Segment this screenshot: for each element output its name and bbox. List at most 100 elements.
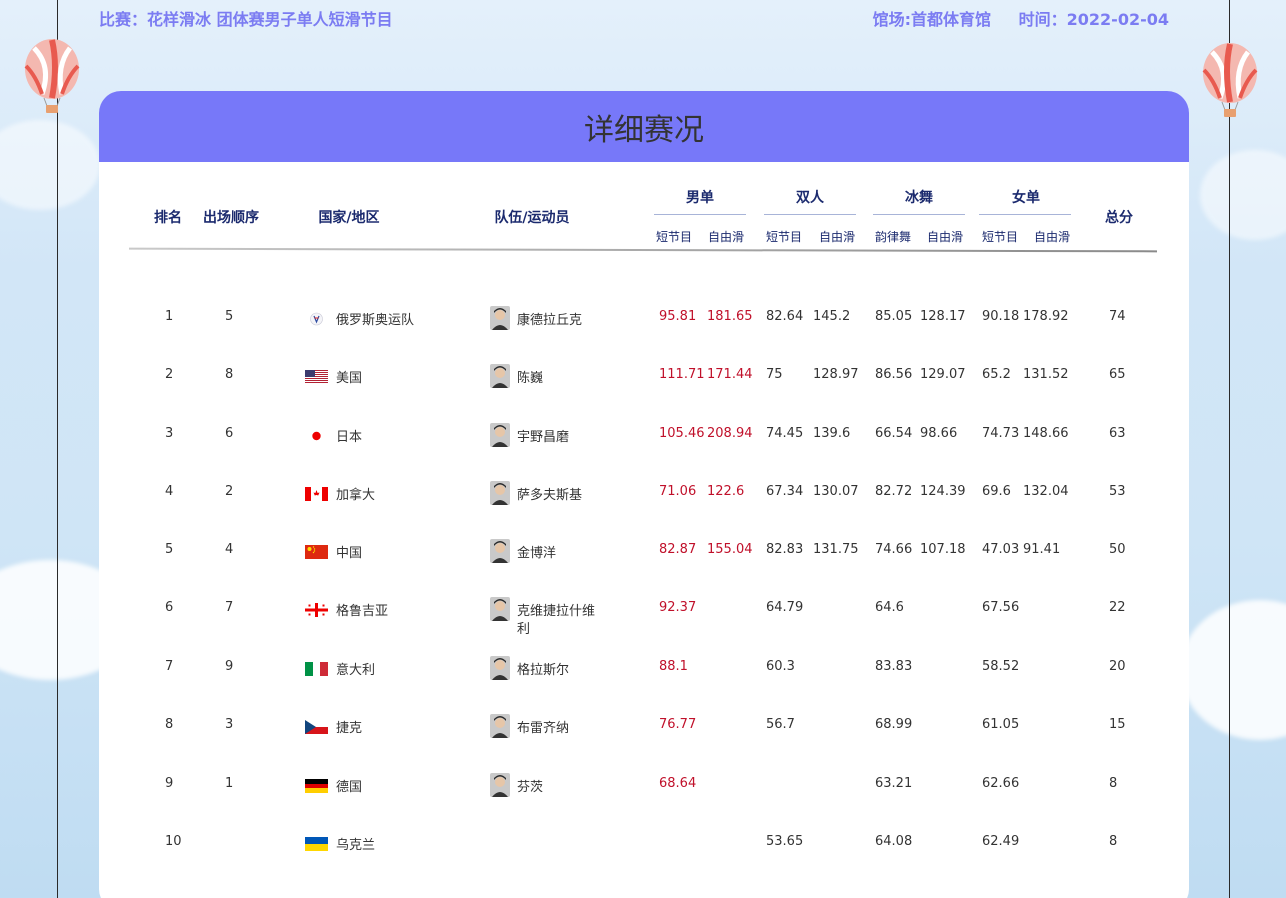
total-cell: 74 [1109,309,1126,324]
men-free-cell: 122.6 [707,484,745,499]
country-name[interactable]: 格鲁吉亚 [336,600,388,619]
table-row: 10 53.65 64.08 62.49 8 乌克兰 [99,834,1189,874]
background-cloud [0,120,100,210]
header-men-fs: 自由滑 [707,230,745,244]
total-cell: 65 [1109,367,1126,382]
men-short-cell: 111.71 [659,367,705,382]
ladies-short-cell: 47.03 [982,542,1020,557]
pairs-short-cell: 74.45 [766,426,804,441]
panel-title: 详细赛况 [99,91,1189,162]
athlete-name[interactable]: 宇野昌磨 [517,426,569,445]
table-row: 4 2 71.06 122.6 67.34 130.07 82.72 124.39 69.6 13… [99,481,1189,524]
athlete-name[interactable]: 格拉斯尔 [517,659,569,678]
table-row: 2 8 111.71 171.44 75 128.97 86.56 129.07 65.2 131… [99,364,1189,407]
match-info-bar: 比赛：花样滑冰 团体赛男子单人短滑节目 馆场:首都体育馆 时间：2022-02-… [99,6,1169,30]
men-short-cell: 68.64 [659,776,697,791]
ladies-short-cell: 90.18 [982,309,1020,324]
pairs-short-cell: 82.83 [766,542,804,557]
header-group-pairs: 双人 [796,190,824,206]
header-pairs-fs: 自由滑 [818,230,856,244]
men-short-cell: 71.06 [659,484,697,499]
table-row: 7 9 88.1 60.3 83.83 58.52 20 意大利 格拉斯尔 [99,656,1189,699]
canada-flag-icon [305,487,328,501]
men-free-cell: 171.44 [707,367,753,382]
pairs-free-cell: 145.2 [813,309,851,324]
athlete-avatar-icon [490,656,510,680]
rank-cell: 1 [165,309,174,324]
header-total: 总分 [1105,210,1133,226]
men-short-cell: 76.77 [659,717,697,732]
ladies-short-cell: 61.05 [982,717,1020,732]
header-country: 国家/地区 [318,210,380,226]
country-name[interactable]: 日本 [336,426,362,445]
athlete-name[interactable]: 布雷齐纳 [517,717,569,736]
athlete-name[interactable]: 陈巍 [517,367,543,386]
pairs-short-cell: 64.79 [766,600,804,615]
country-name[interactable]: 乌克兰 [336,834,375,853]
icedance-free-cell: 129.07 [920,367,966,382]
athlete-name[interactable]: 金博洋 [517,542,556,561]
country-name[interactable]: 俄罗斯奥运队 [336,309,414,328]
table-row: 9 1 68.64 63.21 62.66 8 德国 芬茨 [99,773,1189,816]
order-cell: 6 [225,426,234,441]
rank-cell: 3 [165,426,174,441]
country-name[interactable]: 意大利 [336,659,375,678]
header-athlete: 队伍/运动员 [494,210,570,226]
roc-flag-icon [305,312,328,326]
header-ladies-fs: 自由滑 [1033,230,1071,244]
athlete-name[interactable]: 萨多夫斯基 [517,484,582,503]
rank-cell: 5 [165,542,174,557]
total-cell: 8 [1109,776,1118,791]
pairs-short-cell: 67.34 [766,484,804,499]
group-divider [764,214,856,215]
athlete-name[interactable]: 芬茨 [517,776,543,795]
country-name[interactable]: 中国 [336,542,362,561]
header-icedance-fd: 自由滑 [926,230,964,244]
men-short-cell: 92.37 [659,600,697,615]
athlete-name[interactable]: 克维捷拉什维 [517,600,595,619]
men-short-cell: 105.46 [659,426,705,441]
table-row: 1 5 95.81 181.65 82.64 145.2 85.05 128.17 90.18 1… [99,306,1189,349]
men-free-cell: 155.04 [707,542,753,557]
icedance-rhythm-cell: 66.54 [875,426,913,441]
pairs-short-cell: 75 [766,367,783,382]
frame-line-left [57,0,58,898]
icedance-rhythm-cell: 85.05 [875,309,913,324]
ladies-short-cell: 69.6 [982,484,1011,499]
pairs-short-cell: 82.64 [766,309,804,324]
japan-flag-icon [305,429,328,443]
pairs-free-cell: 131.75 [813,542,859,557]
pairs-free-cell: 130.07 [813,484,859,499]
country-name[interactable]: 德国 [336,776,362,795]
country-name[interactable]: 捷克 [336,717,362,736]
table-row: 5 4 82.87 155.04 82.83 131.75 74.66 107.18 47.03… [99,539,1189,582]
ladies-short-cell: 62.49 [982,834,1020,849]
header-rank: 排名 [154,210,182,226]
pairs-short-cell: 53.65 [766,834,804,849]
china-flag-icon [305,545,328,559]
icedance-rhythm-cell: 82.72 [875,484,913,499]
athlete-avatar-icon [490,539,510,563]
icedance-free-cell: 98.66 [920,426,958,441]
background-cloud [1200,150,1286,240]
ladies-short-cell: 58.52 [982,659,1020,674]
georgia-flag-icon [305,603,328,617]
athlete-avatar-icon [490,714,510,738]
total-cell: 8 [1109,834,1118,849]
total-cell: 53 [1109,484,1126,499]
athlete-name[interactable]: 康德拉丘克 [517,309,582,328]
header-pairs-sp: 短节目 [765,230,803,244]
header-icedance-rd: 韵律舞 [874,230,912,244]
order-cell: 3 [225,717,234,732]
athlete-name-continued[interactable]: 利 [517,618,530,637]
ladies-free-cell: 131.52 [1023,367,1069,382]
header-divider [128,247,1158,253]
ladies-free-cell: 178.92 [1023,309,1069,324]
ladies-short-cell: 74.73 [982,426,1020,441]
order-cell: 7 [225,600,234,615]
country-name[interactable]: 美国 [336,367,362,386]
icedance-rhythm-cell: 64.08 [875,834,913,849]
total-cell: 63 [1109,426,1126,441]
men-short-cell: 95.81 [659,309,697,324]
country-name[interactable]: 加拿大 [336,484,375,503]
